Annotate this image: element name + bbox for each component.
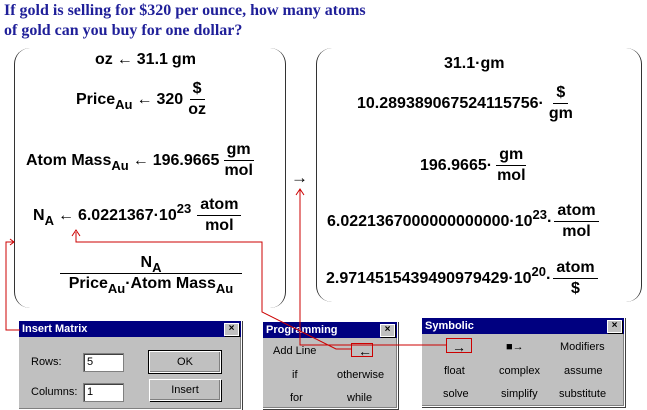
- connector-symbolic-evaluation: [299, 190, 446, 346]
- connector-local-definition: [75, 232, 352, 350]
- annotation-connectors: [5, 188, 446, 350]
- connector-insert-matrix: [5, 241, 20, 331]
